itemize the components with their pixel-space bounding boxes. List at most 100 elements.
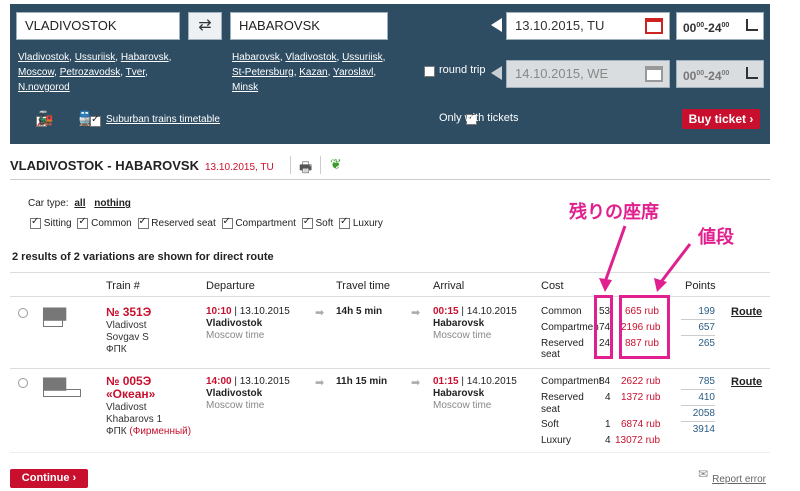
arrival-info: 00:15 | 14.10.2015 Habarovsk Moscow time <box>433 306 517 341</box>
to-city-suggestions: Habarovsk, Vladivostok, Ussuriisk, St-Pe… <box>232 52 386 93</box>
travel-time: 11h 15 min <box>336 376 388 387</box>
to-input[interactable]: HABAROVSK <box>230 12 388 40</box>
car-type-all-link[interactable]: all <box>74 198 85 209</box>
select-train-radio[interactable] <box>18 308 28 318</box>
cost-row: Soft 1 6874 rub <box>541 419 661 430</box>
route-date: 13.10.2015, TU <box>205 162 274 173</box>
search-panel: VLADIVOSTOK ⇄ HABAROVSK Vladivostok, Uss… <box>10 4 770 144</box>
to-city-link[interactable]: Yaroslavl <box>333 67 373 78</box>
car-type-icon <box>43 389 81 397</box>
from-city-link[interactable]: N.novgorod <box>18 82 70 93</box>
seats-arrowhead <box>599 278 612 292</box>
to-city-link[interactable]: Ussuriisk <box>342 52 383 63</box>
from-city-link[interactable]: Ussuriisk <box>75 52 116 63</box>
train-route-info: Vladivost Sovgav S ФПК <box>106 320 149 355</box>
column-header: Departure <box>206 280 255 292</box>
departure-info: 14:00 | 13.10.2015 Vladivostok Moscow ti… <box>206 376 290 411</box>
to-city-link[interactable]: Kazan <box>299 67 327 78</box>
price-highlight-box <box>619 295 670 359</box>
route-title: VLADIVOSTOK - HABAROVSK 13.10.2015, TU <box>10 158 274 173</box>
to-city-link[interactable]: Habarovsk <box>232 52 280 63</box>
car-type-filter: Car type: all nothing <box>28 198 131 209</box>
car-type-option-label: Common <box>91 218 132 230</box>
only-with-tickets-label: Only with tickets <box>439 112 519 124</box>
eco-leaf-icon[interactable]: ❦ <box>330 156 342 173</box>
travel-time: 14h 5 min <box>336 306 383 317</box>
return-time-range-field[interactable]: 0000-2400 <box>676 60 764 88</box>
print-icon[interactable]: 🖶 <box>299 157 312 181</box>
compartment-checkbox[interactable] <box>221 216 233 229</box>
continue-button[interactable]: Continue › <box>10 469 88 488</box>
time-range-field[interactable]: 0000-2400 <box>676 12 764 40</box>
arrow-right-icon: ➡ <box>315 377 325 389</box>
departure-date-value: 13.10.2015, TU <box>515 18 605 33</box>
from-input[interactable]: VLADIVOSTOK <box>16 12 180 40</box>
seats-arrow <box>603 225 627 283</box>
results-summary: 2 results of 2 variations are shown for … <box>12 251 274 263</box>
time-picker-icon <box>746 19 758 31</box>
swap-icon: ⇄ <box>198 17 212 34</box>
from-city-suggestions: Vladivostok, Ussuriisk, Habarovsk, Mosco… <box>18 52 172 93</box>
from-city-link[interactable]: Habarovsk <box>121 52 169 63</box>
car-type-label: Car type: <box>28 198 69 209</box>
reserved-seat-checkbox[interactable] <box>137 216 149 229</box>
train-number: № 351Э <box>106 305 152 319</box>
train-icon: 🚂 <box>36 110 54 126</box>
column-header: Travel time <box>336 280 390 292</box>
to-city-link[interactable]: Vladivostok <box>285 52 336 63</box>
annotation-arrows <box>599 225 692 292</box>
calendar-icon[interactable] <box>645 66 663 82</box>
from-city-link[interactable]: Petrozavodsk <box>60 67 121 78</box>
return-date-prev-arrow[interactable] <box>491 66 502 80</box>
time-range-value: 0000-2400 <box>683 21 730 35</box>
car-type-nothing-link[interactable]: nothing <box>94 198 131 209</box>
car-type-icon <box>43 319 63 327</box>
from-city-link[interactable]: Moscow <box>18 67 54 78</box>
round-trip-checkbox[interactable] <box>424 65 435 77</box>
luxury-checkbox[interactable] <box>339 216 351 229</box>
car-type-options: Sitting Common Reserved seat Compartment… <box>30 216 383 230</box>
common-checkbox[interactable] <box>77 216 89 229</box>
price-arrow <box>659 243 692 283</box>
arrow-right-icon: ➡ <box>411 377 421 389</box>
points-list: 199 657 265 <box>681 304 717 351</box>
column-header: Arrival <box>433 280 465 292</box>
from-city-link[interactable]: Tver <box>126 67 145 78</box>
arrow-right-icon: ➡ <box>411 307 421 319</box>
soft-checkbox[interactable] <box>301 216 313 229</box>
car-type-option-label: Soft <box>315 218 334 230</box>
car-type-option-label: Luxury <box>352 218 383 230</box>
round-trip-label: round trip <box>439 64 486 76</box>
cost-row: Compartment 84 2622 rub <box>541 376 661 387</box>
cost-row: Luxury 4 13072 rub <box>541 435 661 446</box>
route-link[interactable]: Route <box>731 306 762 318</box>
swap-direction-button[interactable]: ⇄ <box>188 12 222 40</box>
suburban-timetable-link[interactable]: Suburban trains timetable <box>106 114 220 125</box>
select-train-radio[interactable] <box>18 378 28 388</box>
train-route-info: Vladivost Khabarovs 1 ФПК (Фирменный) <box>106 402 192 437</box>
route-link[interactable]: Route <box>731 376 762 388</box>
suburban-train-icon: 🚆 <box>76 110 94 126</box>
car-type-option-label: Compartment <box>235 218 296 230</box>
arrow-right-icon: ➡ <box>315 307 325 319</box>
time-picker-icon <box>746 67 758 79</box>
departure-date-field[interactable]: 13.10.2015, TU <box>506 12 670 40</box>
train-name: «Океан» <box>106 387 156 401</box>
to-city-link[interactable]: St-Petersburg <box>232 67 294 78</box>
calendar-icon[interactable] <box>645 18 663 34</box>
seats-highlight-box <box>594 295 613 359</box>
sitting-checkbox[interactable] <box>30 216 41 229</box>
return-date-field[interactable]: 14.10.2015, WE <box>506 60 670 88</box>
mail-icon: ✉ <box>698 467 709 481</box>
to-city-link[interactable]: Minsk <box>232 82 258 93</box>
departure-info: 10:10 | 13.10.2015 Vladivostok Moscow ti… <box>206 306 290 341</box>
report-error-link[interactable]: Report error <box>712 474 766 485</box>
arrival-info: 01:15 | 14.10.2015 Habarovsk Moscow time <box>433 376 517 411</box>
return-date-value: 14.10.2015, WE <box>515 66 609 81</box>
column-header: Train # <box>106 280 140 292</box>
car-type-option-label: Sitting <box>43 218 72 230</box>
buy-ticket-button[interactable]: Buy ticket › <box>682 109 760 129</box>
from-city-link[interactable]: Vladivostok <box>18 52 69 63</box>
date-prev-arrow[interactable] <box>491 18 502 32</box>
column-header: Cost <box>541 280 564 292</box>
